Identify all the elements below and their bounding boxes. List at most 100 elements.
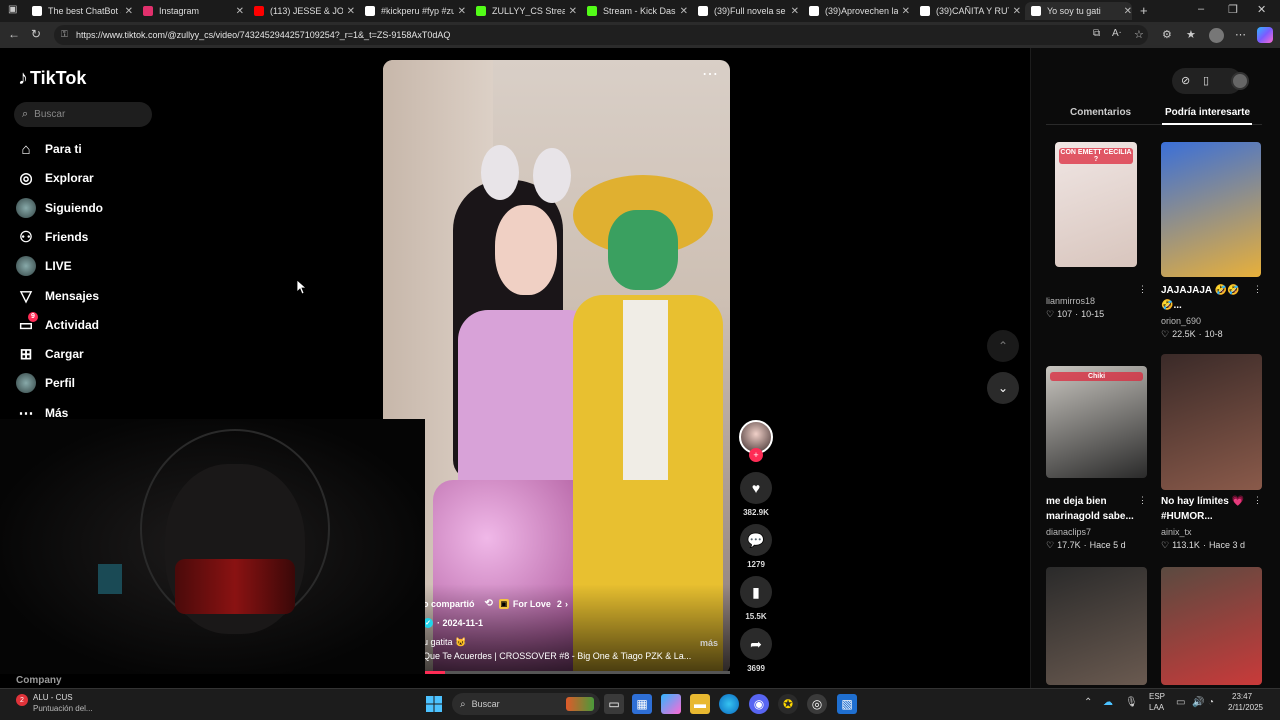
suggestion-user[interactable]: lianmirros18	[1046, 296, 1095, 306]
back-icon[interactable]: ←	[8, 27, 20, 41]
suggestion-title[interactable]: JAJAJAJA 🤣🤣 🤣...	[1161, 283, 1249, 313]
comment-icon[interactable]: 💬	[740, 524, 772, 556]
user-avatar[interactable]	[1231, 72, 1249, 90]
menu-icon[interactable]: ⋯	[1235, 28, 1246, 41]
notification-subtitle[interactable]: Puntuación del...	[33, 704, 93, 713]
refresh-icon[interactable]: ↻	[31, 27, 41, 41]
volume-icon[interactable]: 🔊	[1192, 697, 1204, 708]
read-aloud-icon[interactable]: Aᐧ	[1112, 28, 1121, 39]
caption-more-button[interactable]: más	[700, 638, 718, 648]
suggestion-title[interactable]: No hay límites 💗 #HUMOR...	[1161, 494, 1249, 524]
copilot-icon[interactable]	[1257, 27, 1273, 43]
suggestion-title[interactable]: me deja bien marinagold sabe...	[1046, 494, 1134, 524]
video-player[interactable]: ⋯ o compartió ⟲ ▣ For Love 2 › ✓ · 2024-…	[383, 60, 730, 674]
browser-tab[interactable]: The best ChatBot a ✕	[26, 2, 133, 20]
tab-close-icon[interactable]: ✕	[902, 6, 910, 17]
browser-tab[interactable]: (113) JESSE & JOY ✕	[248, 2, 355, 20]
onedrive-icon[interactable]: ☁	[1103, 697, 1113, 708]
follow-plus-icon[interactable]: +	[749, 448, 763, 462]
obs-icon[interactable]: ◎	[807, 694, 827, 714]
address-bar[interactable]: ⚿ https://www.tiktok.com/@zullyy_cs/vide…	[54, 25, 1148, 45]
search-input[interactable]: ⌕ Buscar	[14, 102, 152, 127]
sidebar-item-cargar[interactable]: ⊞ Cargar	[16, 343, 84, 365]
clock-date[interactable]: 2/11/2025	[1228, 703, 1263, 712]
heart-icon[interactable]: ♥	[740, 472, 772, 504]
site-info-icon[interactable]: ⚿	[61, 29, 68, 40]
music-title[interactable]: Que Te Acuerdes | CROSSOVER #8 - Big One…	[423, 651, 691, 661]
suggestion-thumbnail[interactable]	[1046, 567, 1147, 685]
suggestion-thumbnail[interactable]	[1161, 354, 1262, 490]
tab-actions-icon[interactable]: ▣	[8, 4, 17, 15]
previous-video-button[interactable]: ⌃	[987, 330, 1019, 362]
maximize-button[interactable]: ❐	[1228, 3, 1238, 16]
save-action[interactable]: ▮ 15.5K	[740, 576, 772, 621]
network-icon[interactable]: ▭	[1176, 697, 1185, 708]
tab-suggested[interactable]: Podría interesarte	[1165, 107, 1250, 118]
new-tab-button[interactable]: +	[1140, 3, 1148, 18]
discord-icon[interactable]: ◉	[749, 694, 769, 714]
suggestion-more-icon[interactable]: ⋮	[1253, 284, 1262, 295]
tab-close-icon[interactable]: ✕	[1013, 6, 1021, 17]
tab-close-icon[interactable]: ✕	[569, 6, 577, 17]
suggestion-thumbnail[interactable]	[1161, 142, 1261, 277]
like-action[interactable]: ♥ 382.9K	[740, 472, 772, 517]
tab-comments[interactable]: Comentarios	[1070, 107, 1131, 118]
comment-action[interactable]: 💬 1279	[740, 524, 772, 569]
bookmark-icon[interactable]: ▮	[740, 576, 772, 608]
browser-tab[interactable]: (39)Aprovechen la ✕	[803, 2, 910, 20]
browser-tab[interactable]: Instagram ✕	[137, 2, 244, 20]
tiktok-logo[interactable]: ♪ TikTok	[18, 67, 86, 90]
browser-tab[interactable]: #kickperu #fyp #zu ✕	[359, 2, 466, 20]
tab-close-icon[interactable]: ✕	[347, 6, 355, 17]
browser-tab[interactable]: ZULLYY_CS Stream ✕	[470, 2, 577, 20]
photos-icon[interactable]: ▧	[837, 694, 857, 714]
compass-small-icon[interactable]: ⊘	[1181, 74, 1190, 87]
browser-tab[interactable]: (39)CAÑITA Y RUT ✕	[914, 2, 1021, 20]
tray-chevron-icon[interactable]: ⌃	[1084, 697, 1092, 708]
taskbar-search[interactable]: ⌕ Buscar	[452, 693, 600, 715]
footer-company[interactable]: Company	[16, 675, 62, 686]
sidebar-item-perfil[interactable]: Perfil	[16, 372, 75, 394]
app-icon[interactable]: ✪	[778, 694, 798, 714]
suggestion-user[interactable]: ainix_tx	[1161, 527, 1192, 537]
sidebar-item-friends[interactable]: ⚇ Friends	[16, 226, 88, 248]
favorite-star-icon[interactable]: ☆	[1134, 28, 1144, 41]
share-action[interactable]: ➦ 3699	[740, 628, 772, 673]
tab-close-icon[interactable]: ✕	[125, 6, 133, 17]
clock-time[interactable]: 23:47	[1232, 692, 1252, 701]
store-icon[interactable]: ▦	[632, 694, 652, 714]
tab-close-icon[interactable]: ✕	[680, 6, 688, 17]
suggestion-thumbnail[interactable]: CON EMETT CECILIA ?	[1055, 142, 1137, 267]
browser-tab[interactable]: (39)Full novela se h ✕	[692, 2, 799, 20]
favorites-icon[interactable]: ★	[1186, 28, 1196, 41]
minimize-button[interactable]: –	[1198, 3, 1204, 15]
edge-icon[interactable]	[719, 694, 739, 714]
copilot-taskbar-icon[interactable]	[661, 694, 681, 714]
tab-close-icon[interactable]: ✕	[458, 6, 466, 17]
microphone-icon[interactable]: 🎙	[1125, 697, 1138, 708]
suggestion-thumbnail[interactable]	[1161, 567, 1262, 685]
sidebar-item-mensajes[interactable]: ▽ Mensajes	[16, 285, 99, 307]
suggestion-more-icon[interactable]: ⋮	[1138, 284, 1147, 295]
extensions-icon[interactable]: ⚙	[1162, 28, 1172, 41]
task-view-icon[interactable]: ▭	[604, 694, 624, 714]
sidebar-item-para-ti[interactable]: ⌂ Para ti	[16, 138, 81, 160]
phone-icon[interactable]: ▯	[1203, 74, 1209, 87]
sidebar-item-explorar[interactable]: ◎ Explorar	[16, 167, 93, 189]
browser-tab[interactable]: Stream - Kick Dash ✕	[581, 2, 688, 20]
collection-name[interactable]: For Love	[513, 599, 551, 609]
video-progress-track[interactable]	[383, 671, 730, 674]
browser-tab[interactable]: Yo soy tu gati ✕	[1025, 2, 1132, 20]
profile-avatar[interactable]	[1209, 28, 1224, 43]
open-app-icon[interactable]: ⧉	[1093, 28, 1100, 39]
sidebar-item-live[interactable]: LIVE	[16, 255, 72, 277]
suggestion-user[interactable]: orion_690	[1161, 316, 1201, 326]
file-explorer-icon[interactable]: ▬	[690, 694, 710, 714]
tab-close-icon[interactable]: ✕	[791, 6, 799, 17]
start-button[interactable]	[424, 694, 444, 714]
language-layout[interactable]: LAA	[1149, 703, 1164, 712]
close-window-button[interactable]: ✕	[1257, 3, 1266, 16]
suggestion-more-icon[interactable]: ⋮	[1253, 495, 1262, 506]
suggestion-more-icon[interactable]: ⋮	[1138, 495, 1147, 506]
tab-close-icon[interactable]: ✕	[1124, 6, 1132, 17]
